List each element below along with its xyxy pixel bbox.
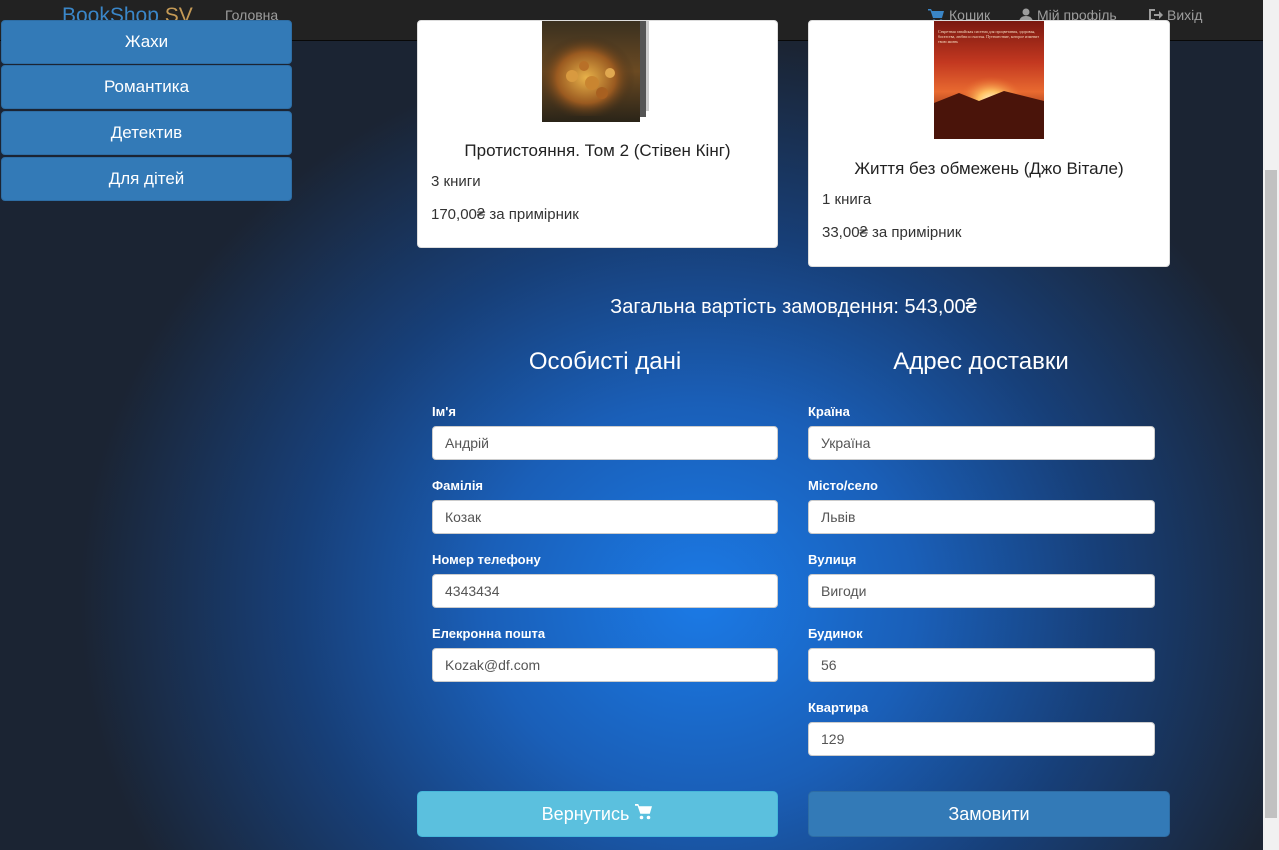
apartment-label: Квартира	[808, 700, 869, 715]
house-label: Будинок	[808, 626, 863, 641]
city-input[interactable]	[808, 500, 1155, 534]
cart-item-title: Протистояння. Том 2 (Стівен Кінг)	[464, 141, 731, 160]
order-total: Загальна вартість замовдення: 543,00₴	[610, 296, 977, 318]
cart-item-price: 33,00₴ за примірник	[822, 224, 962, 241]
back-button-label: Вернутись	[541, 803, 630, 824]
house-input[interactable]	[808, 648, 1155, 682]
cart-item-card: Протистояння. Том 2 (Стівен Кінг) 3 книг…	[417, 20, 778, 248]
email-label: Елекронна пошта	[432, 626, 546, 641]
order-button-label: Замовити	[948, 803, 1030, 824]
cart-item-title: Життя без обмежень (Джо Вітале)	[854, 159, 1124, 178]
scrollbar-thumb[interactable]	[1265, 170, 1277, 818]
cart-item-card: Секретная гавайская система для процвета…	[808, 20, 1170, 267]
last-name-input[interactable]	[432, 500, 778, 534]
last-name-label: Фамілія	[432, 478, 484, 493]
sidebar-item-detective[interactable]: Детектив	[1, 111, 292, 155]
book-cover-image	[542, 21, 652, 122]
phone-input[interactable]	[432, 574, 778, 608]
street-label: Вулиця	[808, 552, 857, 567]
first-name-label: Ім'я	[432, 404, 456, 419]
personal-data-heading: Особисті дані	[528, 348, 682, 375]
city-label: Місто/село	[808, 478, 878, 493]
book-cover-image: Секретная гавайская система для процвета…	[934, 21, 1044, 139]
back-button[interactable]: Вернутись	[417, 791, 778, 837]
phone-label: Номер телефону	[432, 552, 541, 567]
country-label: Країна	[808, 404, 850, 419]
street-input[interactable]	[808, 574, 1155, 608]
delivery-address-heading: Адрес доставки	[893, 348, 1069, 375]
order-button[interactable]: Замовити	[808, 791, 1170, 837]
sidebar-item-romance[interactable]: Романтика	[1, 65, 292, 109]
cart-item-quantity: 3 книги	[431, 173, 481, 190]
country-input[interactable]	[808, 426, 1155, 460]
cart-item-quantity: 1 книга	[822, 191, 872, 208]
cart-item-price: 170,00₴ за примірник	[431, 206, 579, 223]
cart-icon	[635, 803, 653, 825]
book-cover-text: Секретная гавайская система для процвета…	[938, 29, 1040, 44]
first-name-input[interactable]	[432, 426, 778, 460]
apartment-input[interactable]	[808, 722, 1155, 756]
page-scrollbar[interactable]	[1263, 0, 1279, 850]
nav-logout-label: Вихід	[1167, 7, 1203, 23]
sidebar-item-kids[interactable]: Для дітей	[1, 157, 292, 201]
sidebar-item-horror[interactable]: Жахи	[1, 20, 292, 64]
email-input[interactable]	[432, 648, 778, 682]
